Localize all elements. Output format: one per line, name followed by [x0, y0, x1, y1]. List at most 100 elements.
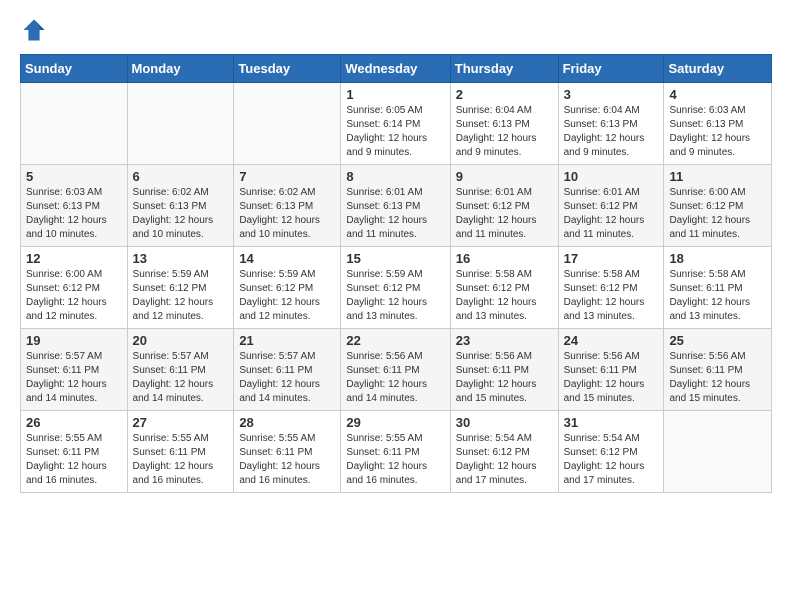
day-number: 29 [346, 415, 444, 430]
day-info: Sunrise: 5:58 AMSunset: 6:12 PMDaylight:… [564, 268, 659, 324]
day-info: Sunrise: 6:01 AMSunset: 6:12 PMDaylight:… [564, 186, 659, 242]
weekday-header-thursday: Thursday [450, 55, 558, 83]
calendar-cell [21, 83, 128, 165]
calendar-body: 1Sunrise: 6:05 AMSunset: 6:14 PMDaylight… [21, 83, 772, 493]
calendar-cell: 26 Sunrise: 5:55 AMSunset: 6:11 PMDayligh… [21, 411, 128, 493]
day-number: 14 [239, 251, 335, 266]
day-info: Sunrise: 6:04 AMSunset: 6:13 PMDaylight:… [564, 104, 659, 160]
day-number: 26 [26, 415, 122, 430]
calendar-cell: 28Sunrise: 5:55 AMSunset: 6:11 PMDayligh… [234, 411, 341, 493]
day-info: Sunrise: 5:54 AMSunset: 6:12 PMDaylight:… [564, 432, 659, 488]
weekday-header-friday: Friday [558, 55, 664, 83]
calendar-cell: 5 Sunrise: 6:03 AMSunset: 6:13 PMDaylight… [21, 165, 128, 247]
day-number: 27 [133, 415, 229, 430]
calendar-cell: 21 Sunrise: 5:57 AMSunset: 6:11 PMDayligh… [234, 329, 341, 411]
calendar-cell: 7 Sunrise: 6:02 AMSunset: 6:13 PMDaylight… [234, 165, 341, 247]
logo-icon [20, 16, 48, 44]
calendar-cell [234, 83, 341, 165]
day-info: Sunrise: 6:01 AMSunset: 6:12 PMDaylight:… [456, 186, 553, 242]
day-number: 15 [346, 251, 444, 266]
calendar-cell: 23 Sunrise: 5:56 AMSunset: 6:11 PMDayligh… [450, 329, 558, 411]
day-info: Sunrise: 6:00 AMSunset: 6:12 PMDaylight:… [669, 186, 766, 242]
day-info: Sunrise: 5:59 AMSunset: 6:12 PMDaylight:… [133, 268, 229, 324]
day-number: 23 [456, 333, 553, 348]
day-info: Sunrise: 5:55 AMSunset: 6:11 PMDaylight:… [26, 432, 122, 488]
day-info: Sunrise: 5:55 AMSunset: 6:11 PMDaylight:… [346, 432, 444, 488]
calendar: SundayMondayTuesdayWednesdayThursdayFrid… [20, 54, 772, 493]
day-info: Sunrise: 6:05 AMSunset: 6:14 PMDaylight:… [346, 104, 444, 160]
day-number: 18 [669, 251, 766, 266]
calendar-cell: 30 Sunrise: 5:54 AMSunset: 6:12 PMDayligh… [450, 411, 558, 493]
day-number: 7 [239, 169, 335, 184]
day-info: Sunrise: 5:56 AMSunset: 6:11 PMDaylight:… [346, 350, 444, 406]
day-number: 8 [346, 169, 444, 184]
week-row-4: 19Sunrise: 5:57 AMSunset: 6:11 PMDayligh… [21, 329, 772, 411]
calendar-cell [664, 411, 772, 493]
calendar-cell: 18 Sunrise: 5:58 AMSunset: 6:11 PMDayligh… [664, 247, 772, 329]
calendar-cell: 15Sunrise: 5:59 AMSunset: 6:12 PMDayligh… [341, 247, 450, 329]
calendar-cell: 1Sunrise: 6:05 AMSunset: 6:14 PMDaylight… [341, 83, 450, 165]
calendar-cell: 4 Sunrise: 6:03 AMSunset: 6:13 PMDaylight… [664, 83, 772, 165]
day-number: 11 [669, 169, 766, 184]
calendar-cell: 27 Sunrise: 5:55 AMSunset: 6:11 PMDayligh… [127, 411, 234, 493]
weekday-header-monday: Monday [127, 55, 234, 83]
day-info: Sunrise: 5:56 AMSunset: 6:11 PMDaylight:… [564, 350, 659, 406]
day-number: 24 [564, 333, 659, 348]
day-number: 5 [26, 169, 122, 184]
day-info: Sunrise: 5:58 AMSunset: 6:11 PMDaylight:… [669, 268, 766, 324]
week-row-2: 5 Sunrise: 6:03 AMSunset: 6:13 PMDaylight… [21, 165, 772, 247]
week-row-3: 12Sunrise: 6:00 AMSunset: 6:12 PMDayligh… [21, 247, 772, 329]
day-number: 4 [669, 87, 766, 102]
calendar-cell: 9Sunrise: 6:01 AMSunset: 6:12 PMDaylight… [450, 165, 558, 247]
day-number: 30 [456, 415, 553, 430]
weekday-row: SundayMondayTuesdayWednesdayThursdayFrid… [21, 55, 772, 83]
day-info: Sunrise: 5:55 AMSunset: 6:11 PMDaylight:… [133, 432, 229, 488]
calendar-cell: 12Sunrise: 6:00 AMSunset: 6:12 PMDayligh… [21, 247, 128, 329]
calendar-cell: 8Sunrise: 6:01 AMSunset: 6:13 PMDaylight… [341, 165, 450, 247]
weekday-header-tuesday: Tuesday [234, 55, 341, 83]
day-info: Sunrise: 5:56 AMSunset: 6:11 PMDaylight:… [669, 350, 766, 406]
day-info: Sunrise: 6:03 AMSunset: 6:13 PMDaylight:… [26, 186, 122, 242]
day-number: 31 [564, 415, 659, 430]
day-number: 20 [133, 333, 229, 348]
day-info: Sunrise: 6:04 AMSunset: 6:13 PMDaylight:… [456, 104, 553, 160]
week-row-5: 26 Sunrise: 5:55 AMSunset: 6:11 PMDayligh… [21, 411, 772, 493]
day-number: 13 [133, 251, 229, 266]
calendar-cell: 11 Sunrise: 6:00 AMSunset: 6:12 PMDayligh… [664, 165, 772, 247]
day-info: Sunrise: 5:58 AMSunset: 6:12 PMDaylight:… [456, 268, 553, 324]
day-number: 10 [564, 169, 659, 184]
calendar-cell: 3 Sunrise: 6:04 AMSunset: 6:13 PMDaylight… [558, 83, 664, 165]
calendar-cell: 16 Sunrise: 5:58 AMSunset: 6:12 PMDayligh… [450, 247, 558, 329]
calendar-cell: 6Sunrise: 6:02 AMSunset: 6:13 PMDaylight… [127, 165, 234, 247]
day-number: 6 [133, 169, 229, 184]
calendar-header: SundayMondayTuesdayWednesdayThursdayFrid… [21, 55, 772, 83]
day-info: Sunrise: 5:57 AMSunset: 6:11 PMDaylight:… [133, 350, 229, 406]
day-info: Sunrise: 5:59 AMSunset: 6:12 PMDaylight:… [239, 268, 335, 324]
calendar-cell: 31 Sunrise: 5:54 AMSunset: 6:12 PMDayligh… [558, 411, 664, 493]
day-info: Sunrise: 5:54 AMSunset: 6:12 PMDaylight:… [456, 432, 553, 488]
calendar-cell: 24 Sunrise: 5:56 AMSunset: 6:11 PMDayligh… [558, 329, 664, 411]
calendar-cell: 20 Sunrise: 5:57 AMSunset: 6:11 PMDayligh… [127, 329, 234, 411]
day-number: 21 [239, 333, 335, 348]
day-info: Sunrise: 5:57 AMSunset: 6:11 PMDaylight:… [239, 350, 335, 406]
weekday-header-sunday: Sunday [21, 55, 128, 83]
day-number: 25 [669, 333, 766, 348]
day-info: Sunrise: 6:02 AMSunset: 6:13 PMDaylight:… [239, 186, 335, 242]
logo [20, 16, 52, 44]
header [20, 16, 772, 44]
weekday-header-wednesday: Wednesday [341, 55, 450, 83]
calendar-cell: 22Sunrise: 5:56 AMSunset: 6:11 PMDayligh… [341, 329, 450, 411]
day-info: Sunrise: 6:03 AMSunset: 6:13 PMDaylight:… [669, 104, 766, 160]
weekday-header-saturday: Saturday [664, 55, 772, 83]
calendar-cell: 2Sunrise: 6:04 AMSunset: 6:13 PMDaylight… [450, 83, 558, 165]
calendar-cell: 17 Sunrise: 5:58 AMSunset: 6:12 PMDayligh… [558, 247, 664, 329]
day-info: Sunrise: 5:56 AMSunset: 6:11 PMDaylight:… [456, 350, 553, 406]
day-number: 12 [26, 251, 122, 266]
day-info: Sunrise: 5:57 AMSunset: 6:11 PMDaylight:… [26, 350, 122, 406]
calendar-cell: 13 Sunrise: 5:59 AMSunset: 6:12 PMDayligh… [127, 247, 234, 329]
day-number: 17 [564, 251, 659, 266]
day-number: 3 [564, 87, 659, 102]
calendar-cell: 25 Sunrise: 5:56 AMSunset: 6:11 PMDayligh… [664, 329, 772, 411]
calendar-cell: 14 Sunrise: 5:59 AMSunset: 6:12 PMDayligh… [234, 247, 341, 329]
day-number: 16 [456, 251, 553, 266]
